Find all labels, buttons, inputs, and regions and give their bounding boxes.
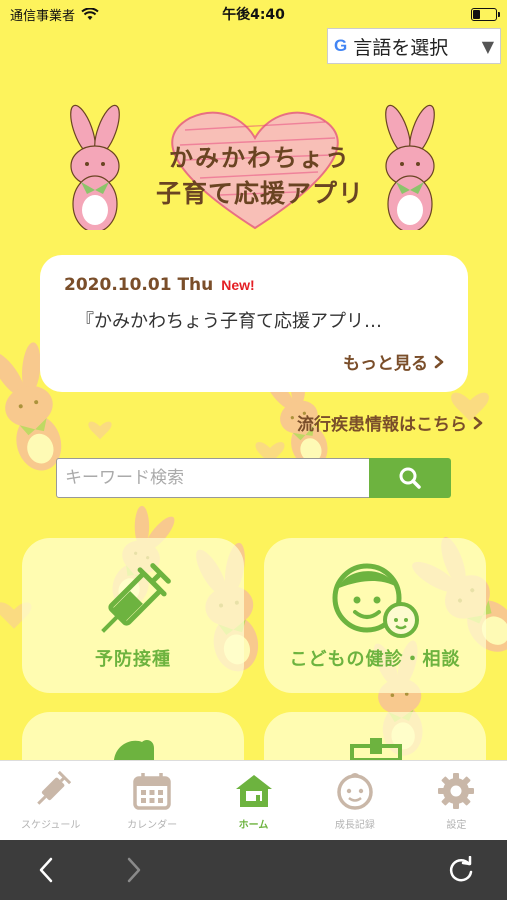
app-title-line2: 子育て応援アプリ [155, 179, 364, 208]
status-left: 通信事業者 [10, 5, 99, 24]
battery-level [473, 9, 480, 19]
more-news-label: もっと見る [343, 354, 428, 374]
tile-partial-right[interactable] [264, 712, 486, 760]
chevron-right-icon [434, 355, 444, 368]
tile-vaccination[interactable]: 予防接種 [22, 538, 244, 693]
forward-icon [127, 857, 141, 883]
baby-face-icon [337, 772, 373, 810]
chevron-right-icon [473, 416, 483, 429]
search-input[interactable] [56, 458, 370, 498]
back-icon [39, 857, 53, 883]
tab-home-label: ホーム [238, 819, 269, 831]
calendar-icon [133, 772, 171, 810]
news-card[interactable]: 2020.10.01 Thu New! 『かみかわちょう子育て応援アプリ… もっ… [40, 255, 468, 392]
new-badge: New! [221, 277, 255, 293]
search-icon [399, 467, 421, 489]
news-title[interactable]: 『かみかわちょう子育て応援アプリ… [64, 307, 444, 333]
more-news-link[interactable]: もっと見る [343, 349, 444, 374]
google-logo-icon: G [334, 36, 348, 55]
medical-cross-icon [350, 738, 402, 760]
child-face-icon [332, 563, 419, 638]
app-title: かみかわちょう 子育て応援アプリ [140, 140, 380, 212]
tab-calendar[interactable]: カレンダー [101, 761, 202, 840]
carrier-label: 通信事業者 [10, 8, 76, 24]
syringe-icon [36, 770, 71, 805]
syringe-icon [101, 563, 171, 633]
tab-settings-label: 設定 [446, 819, 467, 831]
dropdown-arrow-icon: ▼ [481, 36, 494, 56]
gear-icon [438, 772, 475, 809]
epidemic-info-link[interactable]: 流行疾患情報はこちら [297, 410, 483, 435]
tile-child-checkup-label: こどもの健診・相談 [289, 649, 461, 670]
app-logo: かみかわちょう 子育て応援アプリ [60, 100, 450, 233]
home-icon [235, 774, 272, 807]
tab-calendar-label: カレンダー [127, 819, 178, 831]
language-select[interactable]: G 言語を選択 ▼ [327, 28, 501, 64]
browser-toolbar [0, 840, 507, 900]
tab-settings[interactable]: 設定 [406, 761, 507, 840]
news-meta: 2020.10.01 Thu New! [64, 275, 444, 295]
wifi-icon [81, 7, 99, 20]
search-button[interactable] [369, 458, 451, 498]
app-title-line1: かみかわちょう [169, 144, 351, 172]
tab-schedule[interactable]: スケジュール [0, 761, 101, 840]
tab-bar: スケジュール カレンダー ホーム 成長記録 設定 [0, 760, 507, 840]
tile-partial-left[interactable] [22, 712, 244, 760]
tab-schedule-label: スケジュール [21, 819, 81, 831]
news-date: 2020.10.01 Thu [64, 275, 214, 295]
language-select-label: 言語を選択 [353, 36, 449, 59]
status-bar: 通信事業者 午後4:40 [0, 0, 507, 28]
battery-icon [471, 7, 500, 21]
status-right [471, 7, 500, 21]
reload-icon [449, 856, 473, 882]
epidemic-info-label: 流行疾患情報はこちら [297, 415, 467, 435]
partial-tile-icon [114, 740, 154, 760]
forward-button[interactable] [114, 850, 154, 890]
tile-vaccination-label: 予防接種 [95, 649, 171, 670]
tile-child-checkup[interactable]: こどもの健診・相談 [264, 538, 486, 693]
back-button[interactable] [26, 850, 66, 890]
tab-growth-record-label: 成長記録 [334, 819, 375, 831]
tab-growth-record[interactable]: 成長記録 [304, 761, 405, 840]
tab-home[interactable]: ホーム [203, 761, 304, 840]
reload-button[interactable] [441, 850, 481, 890]
